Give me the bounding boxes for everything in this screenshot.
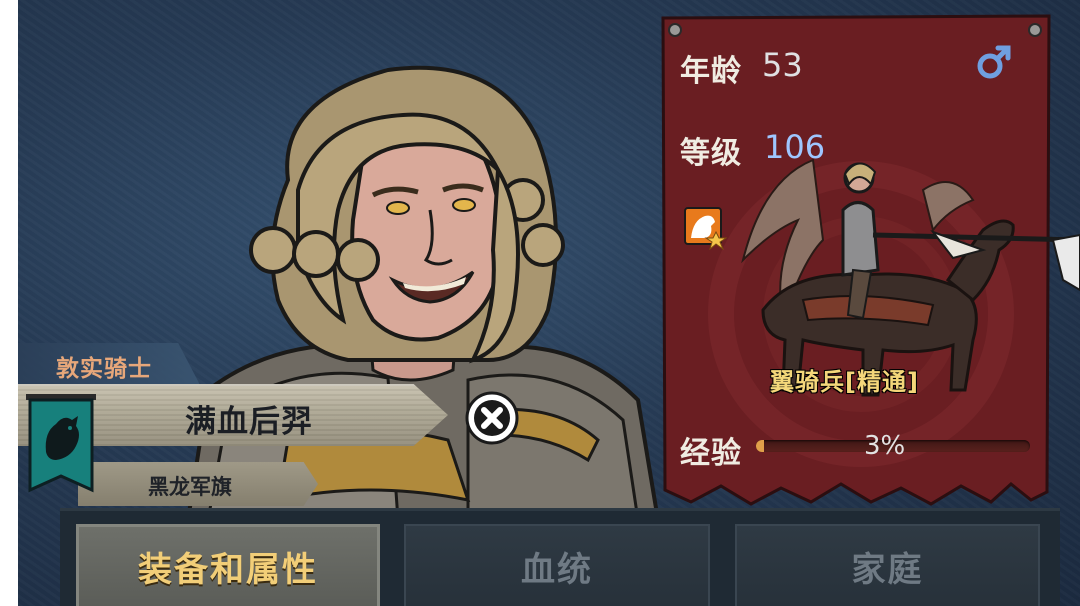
age-label: 年龄 [680,54,742,89]
character-name: 满血后羿 [185,404,313,440]
winged-hussar-unit-art [741,158,1080,397]
wolf-banner-icon[interactable] [26,394,96,496]
faction-name: 黑龙军旗 [148,475,232,499]
tab-bloodline[interactable]: 血统 [404,524,710,606]
exp-progress-fill [756,440,765,452]
tab-equipment-attributes[interactable]: 装备和属性 [76,524,380,606]
male-symbol-icon [977,45,1011,79]
close-icon[interactable] [464,390,520,446]
tab-family[interactable]: 家庭 [735,524,1040,606]
cavalry-class-icon [684,207,727,250]
exp-percent: 3% [864,431,906,461]
exp-label: 经验 [680,436,742,471]
unit-class-name: 翼骑兵[精通] [770,368,919,396]
character-screen: 敦实骑士 满血后羿 黑龙军旗 年龄 53 等级 106 翼骑兵[精通] 经验 3… [18,0,1080,606]
character-portrait [185,65,661,520]
age-value: 53 [762,46,803,84]
character-title: 敦实骑士 [56,356,152,382]
